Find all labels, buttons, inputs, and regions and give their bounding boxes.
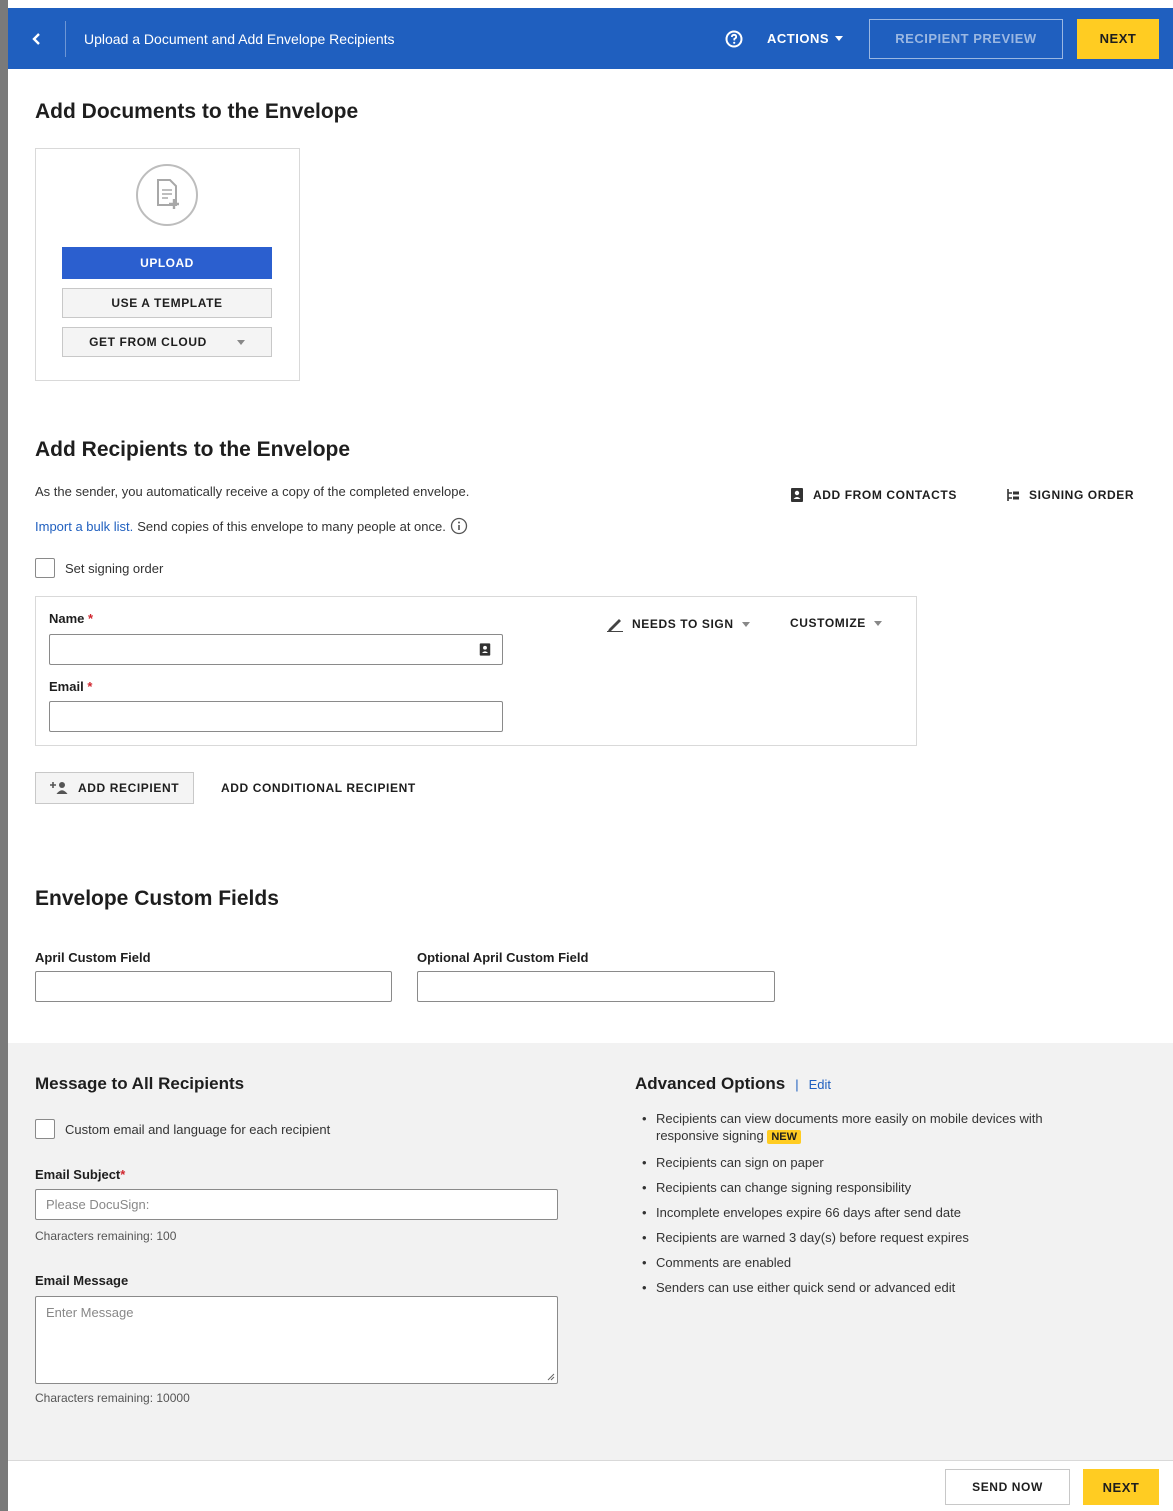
signing-order-label: SIGNING ORDER (1029, 488, 1135, 502)
email-subject-label-text: Email Subject (35, 1167, 121, 1182)
advanced-options-header: Advanced Options | Edit (635, 1074, 831, 1094)
email-message-label: Email Message (35, 1273, 129, 1288)
separator: | (795, 1077, 799, 1092)
name-label: Name * (49, 611, 93, 626)
chevron-down-icon (835, 36, 843, 41)
email-subject-label: Email Subject* (35, 1167, 125, 1182)
import-bulk-list-link[interactable]: Import a bulk list. (35, 519, 133, 534)
message-heading: Message to All Recipients (35, 1074, 245, 1093)
april-custom-field-label: April Custom Field (35, 950, 151, 965)
list-item: Incomplete envelopes expire 66 days afte… (638, 1204, 1108, 1221)
advanced-option-text: Recipients are warned 3 day(s) before re… (656, 1230, 969, 1245)
advanced-option-text: Comments are enabled (656, 1255, 792, 1270)
set-signing-order-label: Set signing order (65, 561, 164, 576)
upload-card: UPLOAD USE A TEMPLATE GET FROM CLOUD (35, 148, 300, 381)
advanced-option-text: Senders can use either quick send or adv… (656, 1280, 956, 1295)
advanced-option-text: Recipients can view documents more easil… (656, 1111, 1043, 1143)
upload-button[interactable]: UPLOAD (62, 247, 272, 279)
custom-email-checkbox[interactable] (35, 1119, 55, 1139)
get-from-cloud-label: GET FROM CLOUD (89, 335, 207, 349)
advanced-options-edit-link[interactable]: Edit (809, 1077, 831, 1092)
signing-order-button[interactable]: SIGNING ORDER (1005, 487, 1134, 503)
add-recipient-label: ADD RECIPIENT (78, 781, 180, 795)
info-icon[interactable] (450, 517, 468, 535)
name-input[interactable] (49, 634, 503, 665)
chevron-down-icon (873, 620, 882, 626)
help-icon (725, 30, 743, 47)
list-item: Recipients can view documents more easil… (638, 1110, 1108, 1146)
email-label: Email * (49, 679, 92, 694)
custom-email-label: Custom email and language for each recip… (65, 1122, 331, 1137)
add-person-icon (50, 782, 68, 794)
resize-handle-icon[interactable] (545, 1371, 555, 1381)
customize-dropdown[interactable]: CUSTOMIZE (790, 616, 882, 630)
optional-april-custom-field-input[interactable] (417, 971, 775, 1002)
list-item: Recipients are warned 3 day(s) before re… (638, 1229, 1108, 1246)
optional-april-custom-field-label: Optional April Custom Field (417, 950, 589, 965)
advanced-options-list: Recipients can view documents more easil… (638, 1110, 1108, 1304)
email-message-textarea[interactable]: Enter Message (35, 1296, 558, 1384)
add-from-contacts-label: ADD FROM CONTACTS (813, 488, 957, 502)
name-label-text: Name (49, 611, 85, 626)
next-button[interactable]: NEXT (1077, 18, 1159, 59)
email-message-placeholder: Enter Message (46, 1305, 134, 1320)
document-add-icon (136, 164, 198, 226)
chevron-left-icon (31, 32, 40, 45)
signing-order-icon (1007, 489, 1019, 501)
required-marker: * (120, 1167, 126, 1182)
back-button[interactable] (8, 20, 66, 57)
add-from-contacts-button[interactable]: ADD FROM CONTACTS (789, 487, 957, 503)
required-marker: * (87, 679, 93, 694)
top-bar: Upload a Document and Add Envelope Recip… (8, 8, 1173, 69)
new-badge: NEW (767, 1130, 801, 1144)
april-custom-field-input[interactable] (35, 971, 392, 1002)
email-subject-input[interactable]: Please DocuSign: (35, 1189, 558, 1220)
chevron-down-icon (236, 339, 245, 345)
get-from-cloud-button[interactable]: GET FROM CLOUD (62, 327, 272, 357)
customize-label: CUSTOMIZE (790, 616, 866, 630)
advanced-option-text: Incomplete envelopes expire 66 days afte… (656, 1205, 961, 1220)
message-characters-remaining: Characters remaining: 10000 (35, 1391, 190, 1405)
list-item: Recipients can sign on paper (638, 1154, 1108, 1171)
contact-card-icon[interactable] (478, 642, 492, 657)
list-item: Recipients can change signing responsibi… (638, 1179, 1108, 1196)
page-title: Upload a Document and Add Envelope Recip… (84, 30, 395, 47)
chevron-down-icon (741, 621, 750, 627)
advanced-option-text: Recipients can change signing responsibi… (656, 1180, 912, 1195)
recipient-preview-button[interactable]: RECIPIENT PREVIEW (869, 18, 1063, 59)
use-template-button[interactable]: USE A TEMPLATE (62, 288, 272, 318)
sender-note: As the sender, you automatically receive… (35, 484, 470, 499)
custom-fields-heading: Envelope Custom Fields (35, 887, 279, 910)
bulk-list-text: Send copies of this envelope to many peo… (137, 518, 446, 534)
set-signing-order-checkbox[interactable] (35, 558, 55, 578)
send-now-button[interactable]: SEND NOW (945, 1469, 1070, 1505)
advanced-option-text: Recipients can sign on paper (656, 1155, 824, 1170)
recipients-heading: Add Recipients to the Envelope (35, 438, 351, 461)
subject-characters-remaining: Characters remaining: 100 (35, 1229, 177, 1243)
recipient-card: Name * Email * NEEDS TO SIGN CUSTOMIZE (35, 596, 917, 746)
help-button[interactable] (723, 28, 745, 50)
add-recipient-button[interactable]: ADD RECIPIENT (35, 772, 195, 804)
footer-bar: SEND NOW NEXT (8, 1460, 1173, 1511)
add-conditional-recipient-button[interactable]: ADD CONDITIONAL RECIPIENT (221, 781, 416, 795)
advanced-options-heading: Advanced Options (635, 1074, 786, 1093)
contact-card-icon (791, 488, 803, 502)
email-label-text: Email (49, 679, 84, 694)
footer-next-button[interactable]: NEXT (1083, 1469, 1159, 1505)
needs-to-sign-dropdown[interactable]: NEEDS TO SIGN (606, 616, 750, 632)
list-item: Senders can use either quick send or adv… (638, 1279, 1108, 1296)
email-input[interactable] (49, 701, 503, 732)
email-subject-placeholder: Please DocuSign: (46, 1197, 150, 1212)
documents-heading: Add Documents to the Envelope (35, 100, 359, 123)
required-marker: * (88, 611, 94, 626)
list-item: Comments are enabled (638, 1254, 1108, 1271)
pen-icon (607, 619, 623, 632)
actions-menu[interactable]: ACTIONS (767, 31, 843, 46)
needs-to-sign-label: NEEDS TO SIGN (632, 617, 734, 631)
actions-label: ACTIONS (767, 31, 829, 46)
bulk-list-row: Import a bulk list. Send copies of this … (35, 517, 468, 535)
